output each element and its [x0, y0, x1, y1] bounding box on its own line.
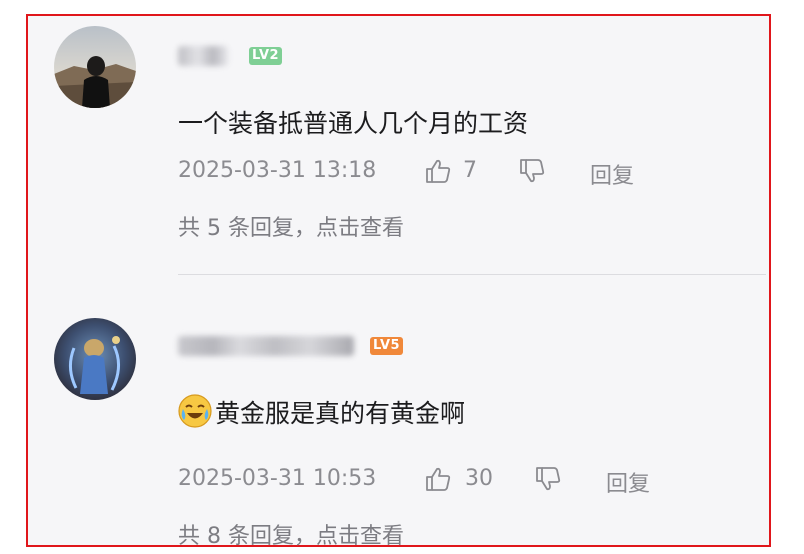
- level-badge: LV2: [249, 47, 283, 65]
- view-replies-link[interactable]: 共 5 条回复，点击查看: [178, 210, 404, 242]
- avatar[interactable]: [54, 26, 136, 108]
- comment-text: 一个装备抵普通人几个月的工资: [178, 109, 529, 138]
- thumbs-up-icon[interactable]: [424, 465, 452, 493]
- comment-time: 2025-03-31 13:18: [178, 158, 377, 183]
- crying-laughing-emoji-icon: [178, 394, 212, 428]
- reply-button[interactable]: 回复: [606, 466, 650, 498]
- avatar[interactable]: [54, 318, 136, 400]
- like-count: 7: [463, 158, 477, 183]
- divider: [178, 274, 766, 275]
- username-blurred[interactable]: [178, 336, 354, 356]
- reply-button[interactable]: 回复: [590, 158, 634, 190]
- comment-time: 2025-03-31 10:53: [178, 466, 377, 491]
- level-badge: LV5: [370, 337, 404, 355]
- comment-text: 黄金服是真的有黄金啊: [178, 394, 465, 430]
- thumbs-down-icon[interactable]: [518, 157, 546, 185]
- username-blurred[interactable]: [178, 46, 228, 66]
- thumbs-down-icon[interactable]: [534, 465, 562, 493]
- view-replies-link[interactable]: 共 8 条回复，点击查看: [178, 518, 404, 550]
- like-count: 30: [465, 466, 493, 491]
- thumbs-up-icon[interactable]: [424, 157, 452, 185]
- comment-text-content: 黄金服是真的有黄金啊: [215, 399, 466, 428]
- comment-panel: LV2 一个装备抵普通人几个月的工资 2025-03-31 13:18 7 回复…: [26, 14, 771, 550]
